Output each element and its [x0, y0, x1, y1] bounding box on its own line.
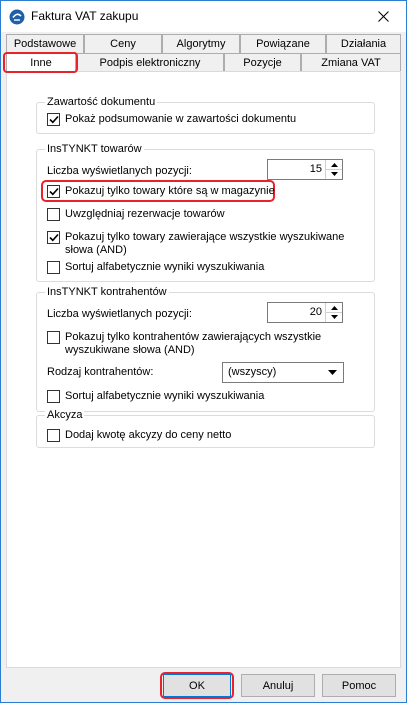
- contractors-count-spinner[interactable]: 20: [267, 302, 343, 323]
- arrow-down-icon: [330, 315, 338, 319]
- all-words-contractors-label-line1: Pokazuj tylko kontrahentów zawierających…: [65, 331, 322, 343]
- products-count-label: Liczba wyświetlanych pozycji:: [47, 165, 192, 177]
- contractor-type-label: Rodzaj kontrahentów:: [47, 366, 154, 378]
- add-excise-label: Dodaj kwotę akcyzy do ceny netto: [65, 429, 232, 441]
- all-words-contractors-label-line2: wyszukiwane słowa (AND): [65, 344, 195, 356]
- spin-up-button[interactable]: [326, 160, 342, 169]
- close-button[interactable]: [361, 1, 406, 32]
- cancel-button[interactable]: Anuluj: [241, 674, 315, 697]
- group-title: Akcyza: [45, 408, 85, 422]
- spinner-value: 15: [309, 163, 322, 175]
- tab-zmiana-vat[interactable]: Zmiana VAT: [301, 53, 401, 72]
- spinner-value: 20: [309, 306, 322, 318]
- show-summary-checkbox[interactable]: [47, 113, 60, 126]
- arrow-up-icon: [330, 162, 338, 167]
- tab-panel: Zawartość dokumentu Pokaż podsumowanie w…: [6, 71, 401, 668]
- only-in-stock-checkbox[interactable]: [47, 185, 60, 198]
- only-in-stock-label: Pokazuj tylko towary które są w magazyni…: [65, 185, 275, 197]
- contractor-type-select[interactable]: (wszyscy): [222, 362, 344, 383]
- spin-down-button[interactable]: [326, 312, 342, 321]
- contractors-count-label: Liczba wyświetlanych pozycji:: [47, 308, 192, 320]
- select-value: (wszyscy): [228, 366, 277, 378]
- check-icon: [48, 115, 59, 124]
- close-icon: [378, 11, 389, 22]
- sort-contractors-label: Sortuj alfabetycznie wyniki wyszukiwania: [65, 390, 265, 402]
- tab-ceny[interactable]: Ceny: [84, 34, 162, 53]
- tab-podstawowe[interactable]: Podstawowe: [6, 34, 84, 53]
- arrow-down-icon: [330, 172, 338, 176]
- group-title: InsTYNKT towarów: [45, 142, 144, 156]
- reservations-label: Uwzględniaj rezerwacje towarów: [65, 208, 225, 220]
- all-words-products-checkbox[interactable]: [47, 231, 60, 244]
- products-count-spinner[interactable]: 15: [267, 159, 343, 180]
- all-words-contractors-checkbox[interactable]: [47, 331, 60, 344]
- title-bar: Faktura VAT zakupu: [1, 1, 406, 32]
- tab-powiazane[interactable]: Powiązane: [240, 34, 326, 53]
- tab-algorytmy[interactable]: Algorytmy: [162, 34, 240, 53]
- sort-contractors-checkbox[interactable]: [47, 390, 60, 403]
- window-title: Faktura VAT zakupu: [31, 9, 139, 23]
- add-excise-checkbox[interactable]: [47, 429, 60, 442]
- tab-dzialania[interactable]: Działania: [326, 34, 401, 53]
- tab-podpis-elektroniczny[interactable]: Podpis elektroniczny: [76, 53, 224, 72]
- app-icon: [9, 9, 25, 25]
- show-summary-label: Pokaż podsumowanie w zawartości dokument…: [65, 113, 297, 125]
- all-words-products-label-line2: słowa (AND): [65, 244, 127, 256]
- group-title: InsTYNKT kontrahentów: [45, 285, 169, 299]
- tab-inne[interactable]: Inne: [6, 52, 76, 72]
- help-button[interactable]: Pomoc: [322, 674, 396, 697]
- dialog-window: Faktura VAT zakupu Podstawowe Ceny Algor…: [0, 0, 407, 703]
- sort-products-checkbox[interactable]: [47, 261, 60, 274]
- spin-down-button[interactable]: [326, 169, 342, 178]
- reservations-checkbox[interactable]: [47, 208, 60, 221]
- check-icon: [48, 187, 59, 196]
- group-title: Zawartość dokumentu: [45, 95, 158, 109]
- spin-up-button[interactable]: [326, 303, 342, 312]
- check-icon: [48, 233, 59, 242]
- chevron-down-icon: [328, 370, 337, 375]
- arrow-up-icon: [330, 305, 338, 310]
- all-words-products-label-line1: Pokazuj tylko towary zawierające wszystk…: [65, 231, 345, 243]
- ok-button[interactable]: OK: [163, 674, 231, 697]
- tab-pozycje[interactable]: Pozycje: [224, 53, 301, 72]
- sort-products-label: Sortuj alfabetycznie wyniki wyszukiwania: [65, 261, 265, 273]
